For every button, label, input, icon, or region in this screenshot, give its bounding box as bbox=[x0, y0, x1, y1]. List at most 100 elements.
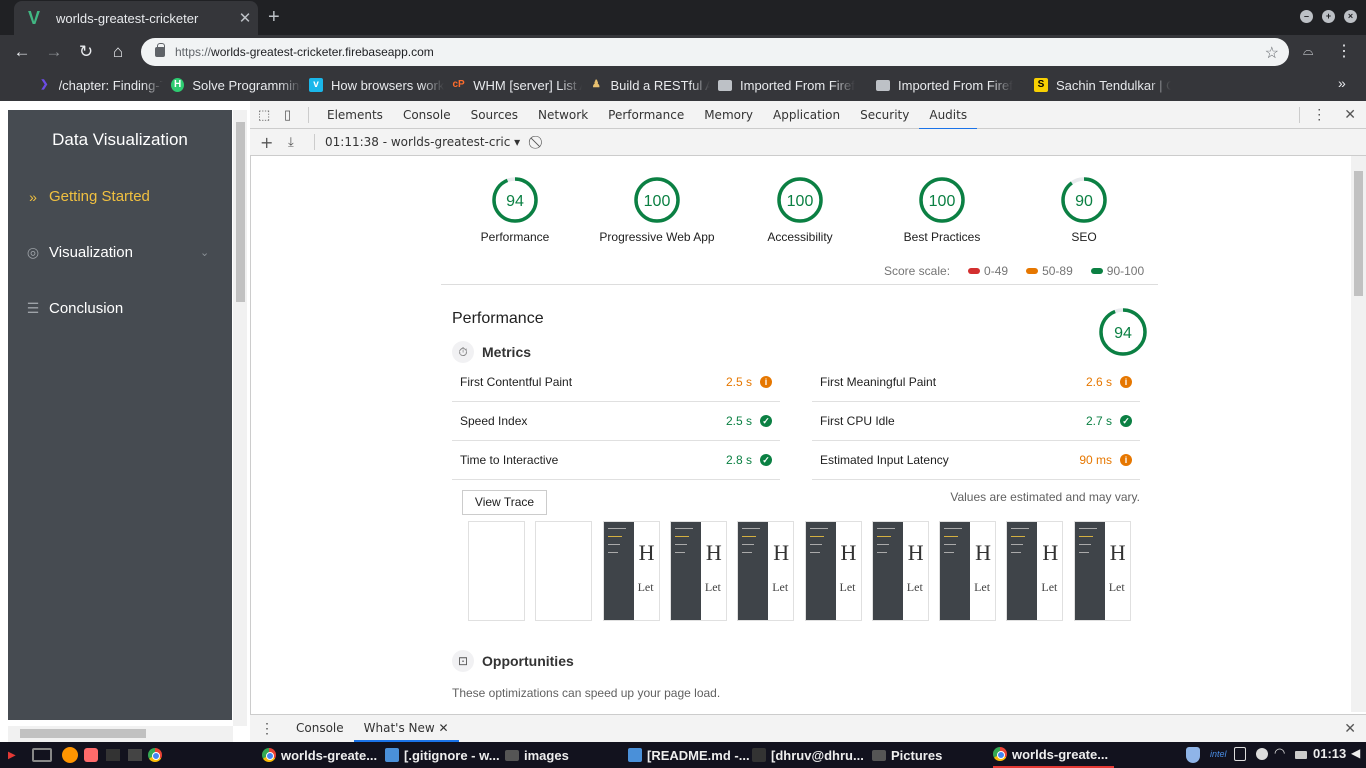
removable-drive-icon[interactable] bbox=[1234, 747, 1246, 761]
devtools-menu-icon[interactable]: ⋮ bbox=[1312, 106, 1326, 123]
devtools-tab-audits[interactable]: Audits bbox=[919, 101, 977, 130]
new-audit-icon[interactable]: + bbox=[260, 133, 280, 152]
inspect-element-icon[interactable]: ⬚ bbox=[258, 107, 276, 123]
category-label: SEO bbox=[1071, 230, 1097, 244]
devtools-tab-console[interactable]: Console bbox=[393, 101, 461, 129]
wifi-icon[interactable]: ◠ bbox=[1274, 745, 1285, 761]
category-gauge-seo[interactable]: 90 SEO bbox=[1009, 176, 1159, 244]
report-scrollbar[interactable] bbox=[1351, 156, 1366, 712]
report-selector[interactable]: 01:11:38 - worlds-greatest-cric ▾ bbox=[325, 135, 520, 149]
divider bbox=[314, 134, 315, 150]
shield-icon[interactable] bbox=[1186, 747, 1200, 763]
incognito-icon[interactable]: ⌓ bbox=[1303, 43, 1313, 59]
firefox-icon[interactable] bbox=[61, 747, 78, 763]
gauge-score: 90 bbox=[1075, 193, 1093, 210]
back-button[interactable]: ← bbox=[12, 42, 32, 62]
menu-kebab-icon[interactable]: ⋮ bbox=[1336, 41, 1352, 61]
page-vertical-scrollbar[interactable] bbox=[233, 110, 247, 726]
taskbar-window[interactable]: [dhruv@dhru... bbox=[752, 742, 864, 768]
score-scale: Score scale: 0-49 50-89 90-100 bbox=[884, 264, 1145, 278]
terminal-icon[interactable] bbox=[105, 749, 120, 761]
sidebar-item-conclusion[interactable]: ☰ Conclusion bbox=[24, 300, 124, 317]
new-tab-button[interactable]: + bbox=[268, 6, 280, 29]
devtools-tab-sources[interactable]: Sources bbox=[461, 101, 528, 129]
chevron-down-icon[interactable]: ⌄ bbox=[200, 246, 209, 259]
estimated-note: Values are estimated and may vary. bbox=[950, 490, 1140, 504]
category-gauge-best-practices[interactable]: 100 Best Practices bbox=[867, 176, 1017, 244]
user-icon[interactable] bbox=[1256, 748, 1268, 760]
battery-icon[interactable] bbox=[1295, 751, 1307, 759]
performance-title: Performance bbox=[452, 310, 544, 327]
taskbar-window[interactable]: worlds-greate... bbox=[993, 742, 1115, 768]
intel-icon[interactable]: intel bbox=[1210, 749, 1227, 759]
filmstrip-frame: H Let bbox=[1073, 521, 1131, 621]
devtools-tab-application[interactable]: Application bbox=[763, 101, 850, 129]
clock[interactable]: 01:13 bbox=[1313, 746, 1346, 761]
document-icon: ☰ bbox=[26, 300, 40, 316]
download-report-icon[interactable]: ⤓ bbox=[288, 135, 308, 150]
bookmark-item[interactable]: S Sachin Tendulkar | C bbox=[1034, 76, 1204, 94]
taskbar-window[interactable]: worlds-greate... bbox=[262, 742, 377, 768]
filmstrip-frame: H Let bbox=[1006, 521, 1064, 621]
filmstrip-frame: H Let bbox=[871, 521, 929, 621]
performance-gauge-large: 94 bbox=[1048, 307, 1198, 357]
devtools-tab-performance[interactable]: Performance bbox=[598, 101, 694, 129]
sidebar-item-getting-started[interactable]: » Getting Started bbox=[24, 188, 150, 205]
bookmark-star-icon[interactable]: ☆ bbox=[1265, 43, 1279, 63]
close-devtools-icon[interactable]: ✕ bbox=[1344, 106, 1356, 123]
metric-row: Time to Interactive 2.8 s ✓ bbox=[452, 441, 780, 480]
devtools-tab-security[interactable]: Security bbox=[850, 101, 919, 129]
taskbar-window[interactable]: Pictures bbox=[872, 742, 942, 768]
minimize-button[interactable]: – bbox=[1300, 10, 1313, 23]
bookmark-item[interactable]: H Solve Programming bbox=[171, 76, 301, 94]
volume-icon[interactable]: ◀ bbox=[1351, 746, 1360, 760]
more-bookmarks-icon[interactable]: » bbox=[1338, 75, 1346, 91]
address-bar[interactable]: https://worlds-greatest-cricketer.fireba… bbox=[141, 38, 1289, 66]
divider bbox=[441, 284, 1158, 285]
show-desktop-icon[interactable] bbox=[31, 748, 52, 762]
bookmark-item[interactable]: Imported From Firef bbox=[718, 76, 868, 94]
bookmark-item[interactable]: cP WHM [server] List A bbox=[452, 76, 583, 94]
category-label: Progressive Web App bbox=[599, 230, 715, 244]
close-tab-icon[interactable]: ✕ bbox=[232, 9, 258, 27]
category-gauge-accessibility[interactable]: 100 Accessibility bbox=[725, 176, 875, 244]
taskbar-window[interactable]: [.gitignore - w... bbox=[385, 742, 500, 768]
chrome-icon[interactable] bbox=[147, 748, 162, 762]
metric-name: Speed Index bbox=[460, 414, 528, 428]
sidebar-item-visualization[interactable]: ◎ Visualization bbox=[24, 244, 133, 261]
close-drawer-icon[interactable]: ✕ bbox=[1344, 720, 1356, 737]
close-window-button[interactable]: × bbox=[1344, 10, 1357, 23]
devtools-tab-elements[interactable]: Elements bbox=[317, 101, 393, 129]
metric-value: 2.6 s bbox=[1085, 375, 1112, 389]
hackerearth-icon: H bbox=[171, 78, 185, 92]
home-button[interactable]: ⌂ bbox=[108, 42, 128, 62]
drawer-menu-icon[interactable]: ⋮ bbox=[260, 720, 274, 737]
view-trace-button[interactable]: View Trace bbox=[462, 490, 547, 515]
taskbar-window[interactable]: [README.md -... bbox=[628, 742, 750, 768]
category-gauge-performance[interactable]: 94 Performance bbox=[440, 176, 590, 244]
scale-swatch-fail bbox=[968, 268, 981, 274]
devtools-tab-memory[interactable]: Memory bbox=[694, 101, 763, 129]
taskbar-window[interactable]: images bbox=[505, 742, 569, 768]
drawer-tab-whats-new[interactable]: What's New ✕ bbox=[353, 715, 459, 742]
start-menu-icon[interactable]: ▶ bbox=[8, 750, 16, 761]
bookmark-item[interactable]: v How browsers work bbox=[309, 76, 444, 94]
device-toolbar-icon[interactable]: ▯ bbox=[284, 107, 300, 123]
metric-name: First CPU Idle bbox=[820, 414, 895, 428]
screenshot-app-icon[interactable] bbox=[83, 748, 98, 762]
page-horizontal-scrollbar[interactable] bbox=[8, 726, 233, 742]
forward-button[interactable]: → bbox=[44, 42, 64, 62]
reload-button[interactable]: ↻ bbox=[76, 42, 96, 62]
category-gauge-progressive-web-app[interactable]: 100 Progressive Web App bbox=[582, 176, 732, 244]
files-icon[interactable] bbox=[127, 749, 142, 761]
drawer-tab-console[interactable]: Console bbox=[286, 715, 354, 742]
metric-name: Estimated Input Latency bbox=[820, 453, 949, 467]
browser-tab[interactable]: V worlds-greatest-cricketer ✕ bbox=[14, 1, 258, 35]
filmstrip-frame: H Let bbox=[737, 521, 795, 621]
devtools-tab-network[interactable]: Network bbox=[528, 101, 598, 129]
close-drawer-tab-icon[interactable]: ✕ bbox=[439, 721, 449, 735]
maximize-button[interactable]: + bbox=[1322, 10, 1335, 23]
bookmark-item[interactable]: ♟Build a RESTful AF bbox=[590, 76, 710, 94]
bookmark-item[interactable]: Imported From Firef bbox=[876, 76, 1026, 94]
bookmark-item[interactable]: ❯/chapter: Finding-Th bbox=[38, 76, 163, 94]
